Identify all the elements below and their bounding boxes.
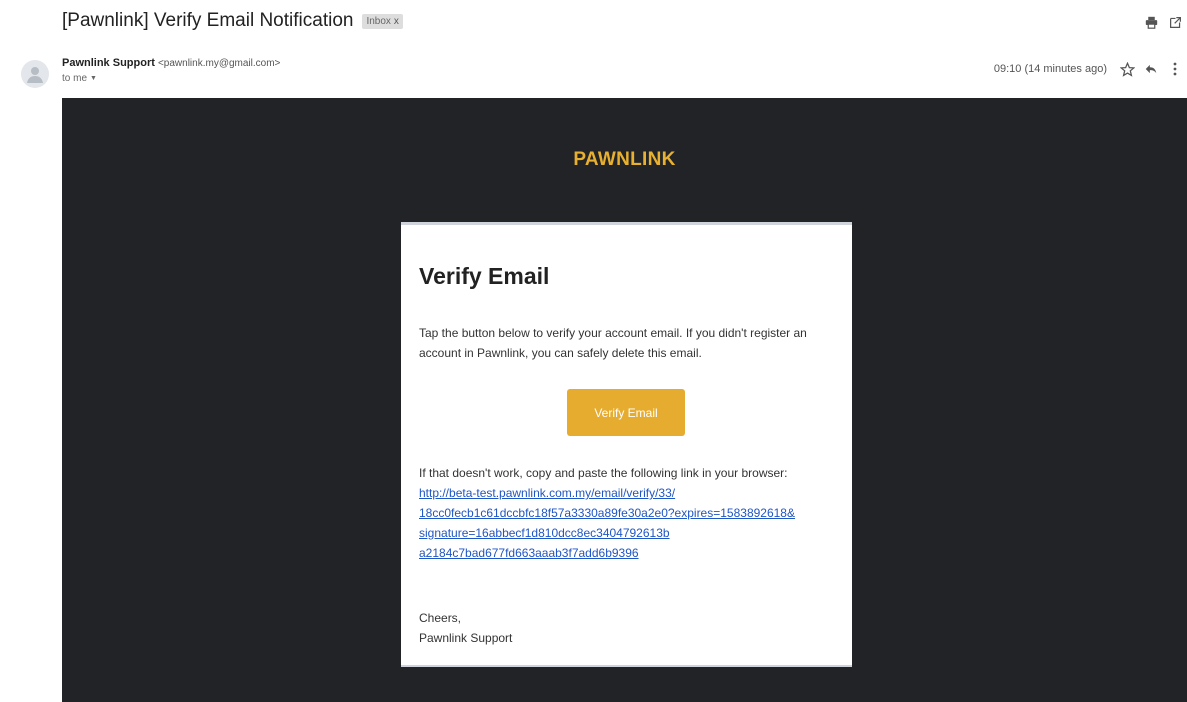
recipient-text: to me (62, 73, 88, 84)
brand-title: PAWNLINK (573, 149, 676, 170)
verify-email-card: Verify Email Tap the button below to ver… (401, 222, 852, 667)
intro-text: Tap the button below to verify your acco… (419, 326, 807, 360)
signoff-greeting: Cheers, (419, 611, 462, 625)
signoff: Cheers, Pawnlink Support (419, 608, 512, 648)
verification-link[interactable]: http://beta-test.pawnlink.com.my/email/v… (419, 483, 839, 563)
signoff-name: Pawnlink Support (419, 631, 513, 645)
print-icon[interactable] (1139, 11, 1163, 33)
verification-link-line: 18cc0fecb1c61dccbfc18f57a3330a89fe30a2e0… (419, 506, 795, 520)
sender-line: Pawnlink Support <pawnlink.my@gmail.com> (62, 57, 280, 69)
recipient-line[interactable]: to me ▼ (62, 73, 97, 84)
email-subject: [Pawnlink] Verify Email Notification Inb… (62, 10, 403, 32)
fallback-text: If that doesn't work, copy and paste the… (419, 466, 788, 480)
verify-heading: Verify Email (419, 263, 550, 289)
open-in-new-window-icon[interactable] (1163, 11, 1187, 33)
default-avatar-icon (21, 60, 49, 88)
verify-email-button[interactable]: Verify Email (567, 389, 685, 436)
reply-icon[interactable] (1139, 58, 1163, 80)
subject-text: [Pawnlink] Verify Email Notification (62, 10, 354, 31)
verification-link-line: http://beta-test.pawnlink.com.my/email/v… (419, 486, 676, 500)
more-vertical-icon[interactable] (1163, 58, 1187, 80)
sender-email: <pawnlink.my@gmail.com> (157, 58, 281, 69)
sender-name[interactable]: Pawnlink Support (62, 57, 155, 69)
caret-down-icon[interactable]: ▼ (90, 75, 97, 82)
verification-link-line: a2184c7bad677fd663aaab3f7add6b9396 (419, 546, 639, 560)
message-meta: 09:10 (14 minutes ago) (994, 58, 1187, 80)
close-icon[interactable]: x (394, 16, 399, 27)
inbox-label-text: Inbox (366, 15, 391, 27)
email-body-banner: PAWNLINK Verify Email Tap the button bel… (62, 98, 1187, 702)
top-toolbar (1139, 11, 1187, 33)
inbox-label-chip[interactable]: Inbox x (362, 13, 403, 29)
verification-link-line: signature=16abbecf1d810dcc8ec3404792613b (419, 526, 670, 540)
timestamp: 09:10 (14 minutes ago) (993, 63, 1107, 75)
star-icon[interactable] (1115, 58, 1139, 80)
